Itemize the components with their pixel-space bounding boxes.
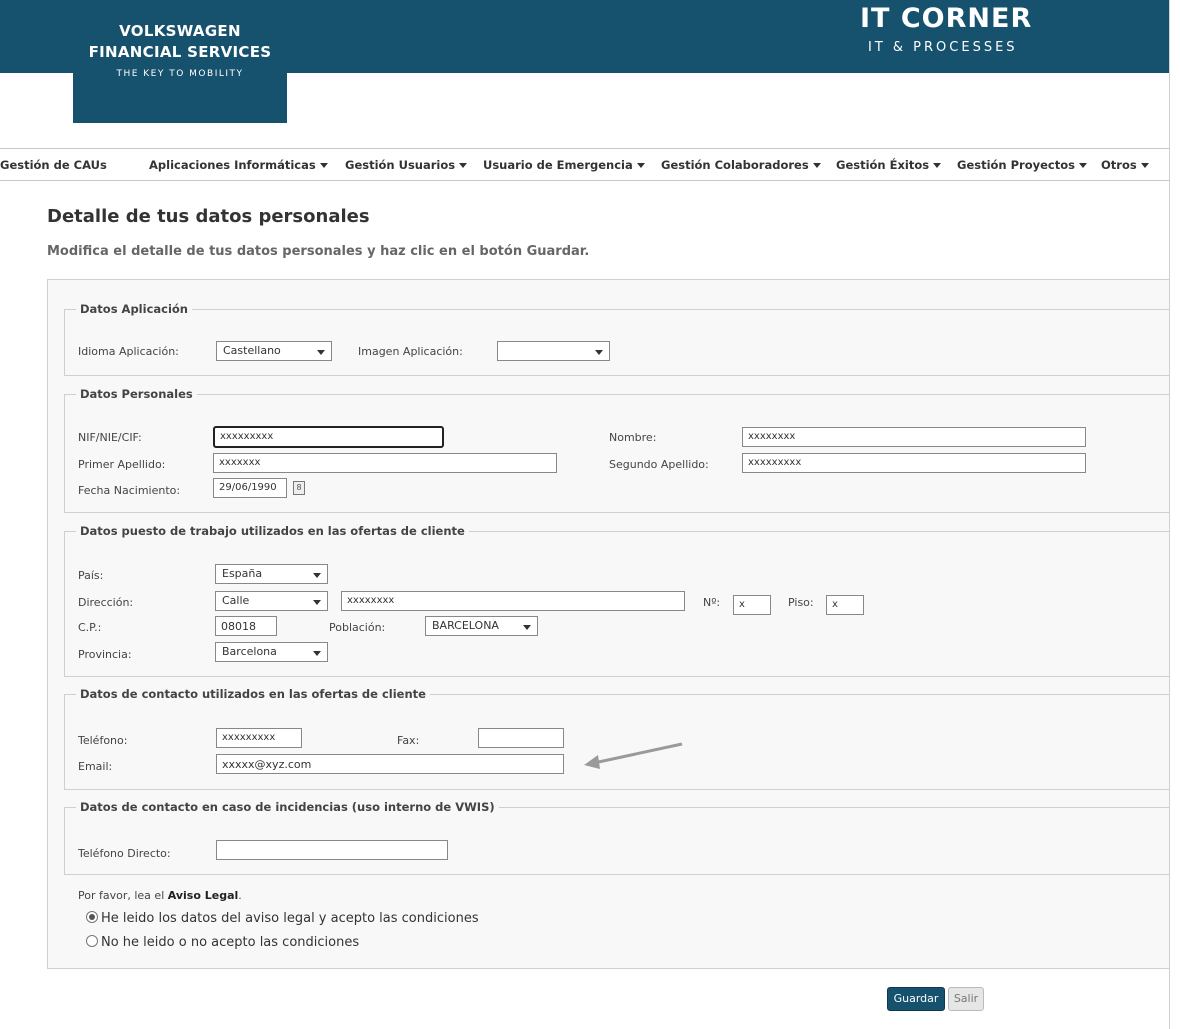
legend-personal: Datos Personales bbox=[76, 387, 197, 401]
direct-phone-input[interactable] bbox=[216, 840, 448, 860]
language-label: Idioma Aplicación: bbox=[78, 345, 179, 358]
fax-input[interactable] bbox=[478, 728, 564, 748]
brand-tagline: THE KEY TO MOBILITY bbox=[116, 69, 244, 79]
street-type-select[interactable]: Calle bbox=[215, 591, 328, 611]
zip-label: C.P.: bbox=[78, 621, 102, 634]
email-input[interactable]: xxxxx@xyz.com bbox=[216, 754, 564, 774]
email-label: Email: bbox=[78, 760, 113, 773]
province-label: Provincia: bbox=[78, 648, 132, 661]
nav-item-exitos[interactable]: Gestión Éxitos bbox=[836, 158, 942, 172]
surname2-input[interactable]: xxxxxxxxx bbox=[742, 453, 1086, 473]
nif-label: NIF/NIE/CIF: bbox=[78, 431, 142, 444]
birth-label: Fecha Nacimiento: bbox=[78, 484, 181, 497]
calendar-icon[interactable]: 8 bbox=[293, 481, 305, 495]
zip-input[interactable]: 08018 bbox=[215, 616, 277, 636]
legend-app-data: Datos Aplicación bbox=[76, 302, 192, 316]
nav-item-otros[interactable]: Otros bbox=[1101, 158, 1149, 172]
nav-item-caus[interactable]: Gestión de CAUs bbox=[0, 158, 107, 172]
exit-button[interactable]: Salir bbox=[948, 987, 984, 1011]
legal-prefix: Por favor, lea el bbox=[78, 889, 165, 902]
chevron-down-icon bbox=[523, 625, 531, 630]
surname2-label: Segundo Apellido: bbox=[609, 458, 709, 471]
chevron-down-icon bbox=[812, 163, 821, 168]
address-label: Dirección: bbox=[78, 596, 134, 609]
chevron-down-icon bbox=[319, 163, 328, 168]
chevron-down-icon bbox=[313, 573, 321, 578]
page-title: Detalle de tus datos personales bbox=[47, 206, 370, 227]
floor-input[interactable]: x bbox=[826, 595, 864, 615]
country-label: País: bbox=[78, 569, 104, 582]
nav-item-proyectos[interactable]: Gestión Proyectos bbox=[957, 158, 1087, 172]
city-label: Población: bbox=[329, 621, 386, 634]
direct-phone-label: Teléfono Directo: bbox=[78, 847, 171, 860]
name-input[interactable]: xxxxxxxx bbox=[742, 427, 1086, 447]
reject-radio[interactable] bbox=[86, 935, 98, 947]
accept-radio-row[interactable]: He leido los datos del aviso legal y ace… bbox=[86, 911, 479, 926]
country-select[interactable]: España bbox=[215, 564, 328, 584]
chevron-down-icon bbox=[317, 350, 325, 355]
reject-radio-row[interactable]: No he leido o no acepto las condiciones bbox=[86, 935, 359, 950]
brand-line1: VOLKSWAGEN bbox=[119, 22, 241, 40]
number-label: Nº: bbox=[703, 596, 721, 609]
legend-incidents: Datos de contacto en caso de incidencias… bbox=[76, 800, 499, 814]
accept-radio[interactable] bbox=[86, 911, 98, 923]
fax-label: Fax: bbox=[397, 734, 420, 747]
legal-link[interactable]: Aviso Legal bbox=[168, 889, 239, 902]
nav-item-aplicaciones[interactable]: Aplicaciones Informáticas bbox=[149, 158, 328, 172]
city-select[interactable]: BARCELONA bbox=[425, 616, 538, 636]
chevron-down-icon bbox=[933, 163, 942, 168]
nav-item-colaboradores[interactable]: Gestión Colaboradores bbox=[661, 158, 821, 172]
surname1-label: Primer Apellido: bbox=[78, 458, 166, 471]
language-select[interactable]: Castellano bbox=[216, 341, 332, 361]
image-select[interactable] bbox=[497, 341, 610, 361]
legend-contact: Datos de contacto utilizados en las ofer… bbox=[76, 687, 430, 701]
nav-item-usuarios[interactable]: Gestión Usuarios bbox=[345, 158, 468, 172]
page-subtitle: Modifica el detalle de tus datos persona… bbox=[47, 244, 590, 259]
legal-suffix: . bbox=[238, 889, 242, 902]
chevron-down-icon bbox=[459, 163, 468, 168]
reject-label: No he leido o no acepto las condiciones bbox=[101, 935, 360, 950]
chevron-down-icon bbox=[313, 651, 321, 656]
birth-input[interactable]: 29/06/1990 bbox=[213, 478, 287, 498]
name-label: Nombre: bbox=[609, 431, 657, 444]
save-button[interactable]: Guardar bbox=[887, 987, 945, 1011]
chevron-down-icon bbox=[636, 163, 645, 168]
phone-input[interactable]: xxxxxxxxx bbox=[216, 728, 302, 748]
brand-line2: FINANCIAL SERVICES bbox=[88, 43, 272, 61]
image-label: Imagen Aplicación: bbox=[358, 345, 463, 358]
chevron-down-icon bbox=[313, 600, 321, 605]
chevron-down-icon bbox=[1078, 163, 1087, 168]
nif-input[interactable]: xxxxxxxxx bbox=[213, 426, 444, 448]
phone-label: Teléfono: bbox=[78, 734, 128, 747]
annotation-arrow-icon bbox=[584, 742, 683, 769]
legend-workplace: Datos puesto de trabajo utilizados en la… bbox=[76, 524, 469, 538]
floor-label: Piso: bbox=[788, 596, 814, 609]
main-nav: Gestión de CAUs Aplicaciones Informática… bbox=[0, 148, 1170, 181]
chevron-down-icon bbox=[595, 350, 603, 355]
surname1-input[interactable]: xxxxxxx bbox=[213, 453, 557, 473]
nav-item-emergencia[interactable]: Usuario de Emergencia bbox=[483, 158, 645, 172]
accept-label: He leido los datos del aviso legal y ace… bbox=[101, 911, 479, 926]
number-input[interactable]: x bbox=[733, 595, 771, 615]
street-input[interactable]: xxxxxxxx bbox=[341, 591, 685, 611]
site-title: IT CORNER bbox=[860, 3, 1033, 34]
site-subtitle: IT & PROCESSES bbox=[868, 40, 1018, 55]
province-select[interactable]: Barcelona bbox=[215, 642, 328, 662]
legal-notice: Por favor, lea el Aviso Legal. bbox=[78, 889, 242, 902]
chevron-down-icon bbox=[1140, 163, 1149, 168]
brand-logo[interactable]: VOLKSWAGEN FINANCIAL SERVICES THE KEY TO… bbox=[73, 0, 287, 123]
